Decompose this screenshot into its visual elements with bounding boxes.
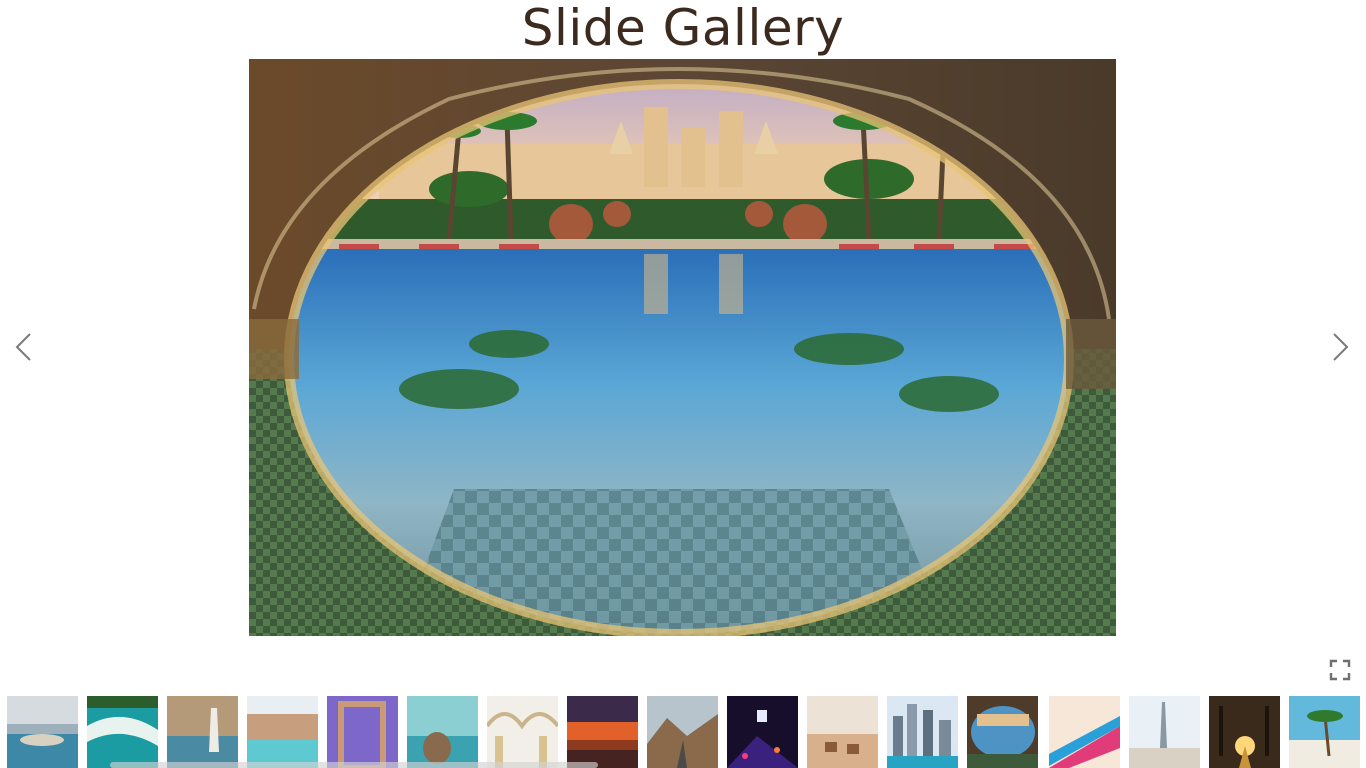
page-title: Slide Gallery (521, 0, 845, 57)
thumbnail-turquoise-beach-aerial[interactable] (87, 696, 158, 768)
thumbnail-desert-camels[interactable] (807, 696, 878, 768)
thumbnail-mountain-road[interactable] (647, 696, 718, 768)
thumbnail-hand-at-sea[interactable] (407, 696, 478, 768)
main-slide-image[interactable] (249, 59, 1116, 636)
thumbnail-mosque-arches[interactable] (487, 696, 558, 768)
thumbnail-colorful-balcony[interactable] (1049, 696, 1120, 768)
thumbnail-burj-khalifa-plaza[interactable] (1129, 696, 1200, 768)
next-slide-button[interactable] (1320, 327, 1360, 367)
thumbnail-arched-pool-reflection[interactable] (967, 696, 1038, 768)
fullscreen-icon (1329, 659, 1351, 681)
thumbnail-burj-al-arab-aerial[interactable] (167, 696, 238, 768)
thumbnail-palm-beach[interactable] (1289, 696, 1360, 768)
thumbnail-dubai-frame[interactable] (327, 696, 398, 768)
thumbnail-coastal-city-aerial[interactable] (7, 696, 78, 768)
thumbnail-strip (0, 696, 1366, 768)
chevron-right-icon (1333, 333, 1349, 361)
thumbnail-marina-skyscrapers[interactable] (887, 696, 958, 768)
thumbnail-sunset-sky[interactable] (567, 696, 638, 768)
fullscreen-button[interactable] (1329, 659, 1351, 681)
thumbnail-resort-lagoon[interactable] (247, 696, 318, 768)
thumbnail-scrollbar[interactable] (110, 762, 598, 768)
previous-slide-button[interactable] (5, 327, 45, 367)
thumbnail-palm-sunset-path[interactable] (1209, 696, 1280, 768)
chevron-left-icon (15, 333, 31, 361)
slide-gallery-page: Slide Gallery (0, 0, 1366, 768)
thumbnail-city-night-lights[interactable] (727, 696, 798, 768)
